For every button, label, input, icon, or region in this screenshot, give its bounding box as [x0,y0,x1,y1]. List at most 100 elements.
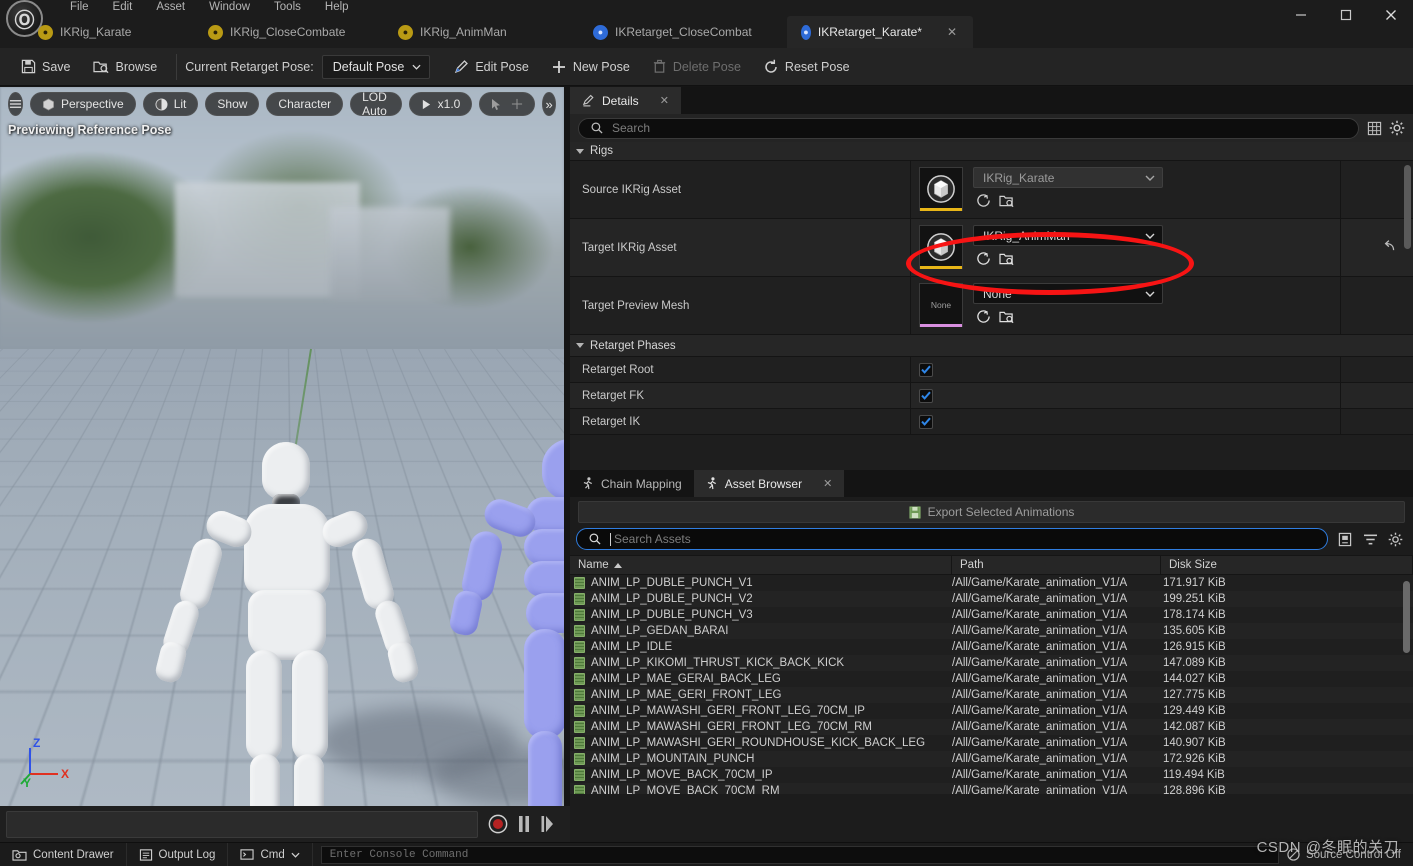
export-selected-animations-button[interactable]: Export Selected Animations [578,501,1405,523]
section-header-rigs[interactable]: Rigs [570,142,1413,161]
new-pose-button[interactable]: New Pose [540,53,641,81]
viewport-lit-button[interactable]: Lit [142,92,199,116]
viewport-overflow-button[interactable]: » [542,92,556,116]
use-selected-asset-icon[interactable] [976,251,991,266]
select-cursor-icon[interactable] [491,98,502,110]
delete-pose-button[interactable]: Delete Pose [641,53,752,81]
table-row[interactable]: ANIM_LP_DUBLE_PUNCH_V1/All/Game/Karate_a… [570,575,1413,591]
table-row[interactable]: ANIM_LP_MOUNTAIN_PUNCH/All/Game/Karate_a… [570,751,1413,767]
table-row[interactable]: ANIM_LP_MAWASHI_GERI_FRONT_LEG_70CM_RM/A… [570,719,1413,735]
viewport-perspective-button[interactable]: Perspective [30,92,136,116]
minimize-button[interactable] [1278,0,1323,30]
asset-tab-ikrig-animman[interactable]: ● IKRig_AnimMan [384,16,579,48]
source-ikrig-dropdown[interactable]: IKRig_Karate [973,167,1163,188]
asset-thumbnail[interactable]: None [919,283,963,327]
menu-item-file[interactable]: File [58,0,101,16]
maximize-button[interactable] [1323,0,1368,30]
table-row[interactable]: ANIM_LP_GEDAN_BARAI/All/Game/Karate_anim… [570,623,1413,639]
menu-item-help[interactable]: Help [313,0,361,16]
current-retarget-pose-label: Current Retarget Pose: [185,59,314,74]
edit-pose-button[interactable]: Edit Pose [442,53,540,81]
tab-asset-browser[interactable]: Asset Browser ✕ [693,470,845,497]
viewport-lod-label: LOD Auto [362,90,387,118]
retarget-ik-checkbox[interactable] [919,414,933,429]
details-tab-bar: Details ✕ [570,87,1413,114]
save-search-icon[interactable] [1337,531,1353,547]
asset-tab-ikretarget-closecombat[interactable]: ● IKRetarget_CloseCombat [579,16,787,48]
table-row[interactable]: ANIM_LP_MAE_GERI_FRONT_LEG/All/Game/Kara… [570,687,1413,703]
menu-item-edit[interactable]: Edit [101,0,145,16]
browse-to-asset-icon[interactable] [999,310,1015,324]
table-row[interactable]: ANIM_LP_IDLE/All/Game/Karate_animation_V… [570,639,1413,655]
tab-details-close-icon[interactable]: ✕ [660,94,669,107]
target-ikrig-dropdown[interactable]: IKRig_AnimMan [973,225,1163,246]
viewport-show-button[interactable]: Show [205,92,260,116]
table-row[interactable]: ANIM_LP_DUBLE_PUNCH_V2/All/Game/Karate_a… [570,591,1413,607]
use-selected-asset-icon[interactable] [976,193,991,208]
pause-icon[interactable] [517,815,531,833]
viewport-playspeed-button[interactable]: x1.0 [408,92,473,116]
record-icon[interactable] [488,814,508,834]
details-scrollbar[interactable] [1404,165,1411,249]
tab-asset-browser-close-icon[interactable]: ✕ [823,477,832,490]
asset-tab-ikretarget-karate[interactable]: ● IKRetarget_Karate* ✕ [787,16,973,48]
details-search-input[interactable]: Search [578,117,1359,139]
filter-icon[interactable] [1362,531,1378,547]
browse-to-asset-icon[interactable] [999,194,1015,208]
asset-table-body[interactable]: ANIM_LP_DUBLE_PUNCH_V1/All/Game/Karate_a… [570,575,1413,794]
asset-tab-ikrig-karate[interactable]: ● IKRig_Karate [24,16,194,48]
animation-asset-icon [574,705,585,717]
viewport[interactable]: Perspective Lit Show Character LOD Auto [0,87,564,806]
table-row[interactable]: ANIM_LP_MOVE_BACK_70CM_IP/All/Game/Karat… [570,767,1413,783]
table-row[interactable]: ANIM_LP_MAE_GERAI_BACK_LEG/All/Game/Kara… [570,671,1413,687]
viewport-gizmo-group[interactable] [479,92,536,116]
column-header-disk-size[interactable]: Disk Size [1161,556,1413,574]
menu-item-tools[interactable]: Tools [262,0,313,16]
tab-details[interactable]: Details ✕ [570,87,681,114]
timeline-track[interactable] [6,810,478,838]
tab-chain-mapping[interactable]: Chain Mapping [570,470,694,497]
asset-search-input[interactable]: Search Assets [576,528,1328,550]
browse-to-asset-icon[interactable] [999,252,1015,266]
table-row[interactable]: ANIM_LP_KIKOMI_THRUST_KICK_BACK_KICK/All… [570,655,1413,671]
output-log-button[interactable]: Output Log [127,842,229,866]
asset-tab-ikrig-closecombate[interactable]: ● IKRig_CloseCombate [194,16,384,48]
asset-tab-close-icon[interactable]: ✕ [947,25,957,39]
chevron-down-icon [291,852,300,858]
table-row[interactable]: ANIM_LP_MAWASHI_GERI_ROUNDHOUSE_KICK_BAC… [570,735,1413,751]
reset-pose-button[interactable]: Reset Pose [752,53,861,81]
table-row[interactable]: ANIM_LP_MAWASHI_GERI_FRONT_LEG_70CM_IP/A… [570,703,1413,719]
content-drawer-button[interactable]: Content Drawer [0,842,127,866]
cmd-dropdown[interactable]: Cmd [228,842,313,866]
retarget-fk-checkbox[interactable] [919,388,933,403]
column-header-name[interactable]: Name [570,556,952,574]
asset-thumbnail[interactable] [919,167,963,211]
table-row[interactable]: ANIM_LP_MOVE_BACK_70CM_RM/All/Game/Karat… [570,783,1413,794]
table-row[interactable]: ANIM_LP_DUBLE_PUNCH_V3/All/Game/Karate_a… [570,607,1413,623]
target-preview-mesh-dropdown[interactable]: None [973,283,1163,304]
close-button[interactable] [1368,0,1413,30]
animation-asset-icon [574,657,585,669]
section-header-retarget-phases[interactable]: Retarget Phases [570,335,1413,357]
browse-button[interactable]: Browse [82,53,169,81]
console-command-input[interactable]: Enter Console Command [320,845,1279,864]
gear-icon[interactable] [1389,120,1405,136]
save-button[interactable]: Save [10,53,82,81]
viewport-character-button[interactable]: Character [266,92,344,116]
viewport-lod-button[interactable]: LOD Auto [350,90,402,118]
asset-name-label: ANIM_LP_MAWASHI_GERI_ROUNDHOUSE_KICK_BAC… [591,737,926,749]
menu-item-window[interactable]: Window [197,0,262,16]
use-selected-asset-icon[interactable] [976,309,991,324]
step-forward-icon[interactable] [540,815,554,833]
move-gizmo-icon[interactable] [511,98,523,110]
reset-to-default-icon[interactable] [1380,238,1395,257]
retarget-pose-dropdown[interactable]: Default Pose [321,54,431,79]
retarget-root-checkbox[interactable] [919,362,933,377]
gear-icon[interactable] [1387,531,1403,547]
menu-item-asset[interactable]: Asset [144,0,197,16]
hamburger-icon[interactable] [8,92,23,116]
column-header-path[interactable]: Path [952,556,1161,574]
grid-view-icon[interactable] [1366,120,1382,136]
asset-thumbnail[interactable] [919,225,963,269]
asset-list-scrollbar[interactable] [1403,581,1410,653]
